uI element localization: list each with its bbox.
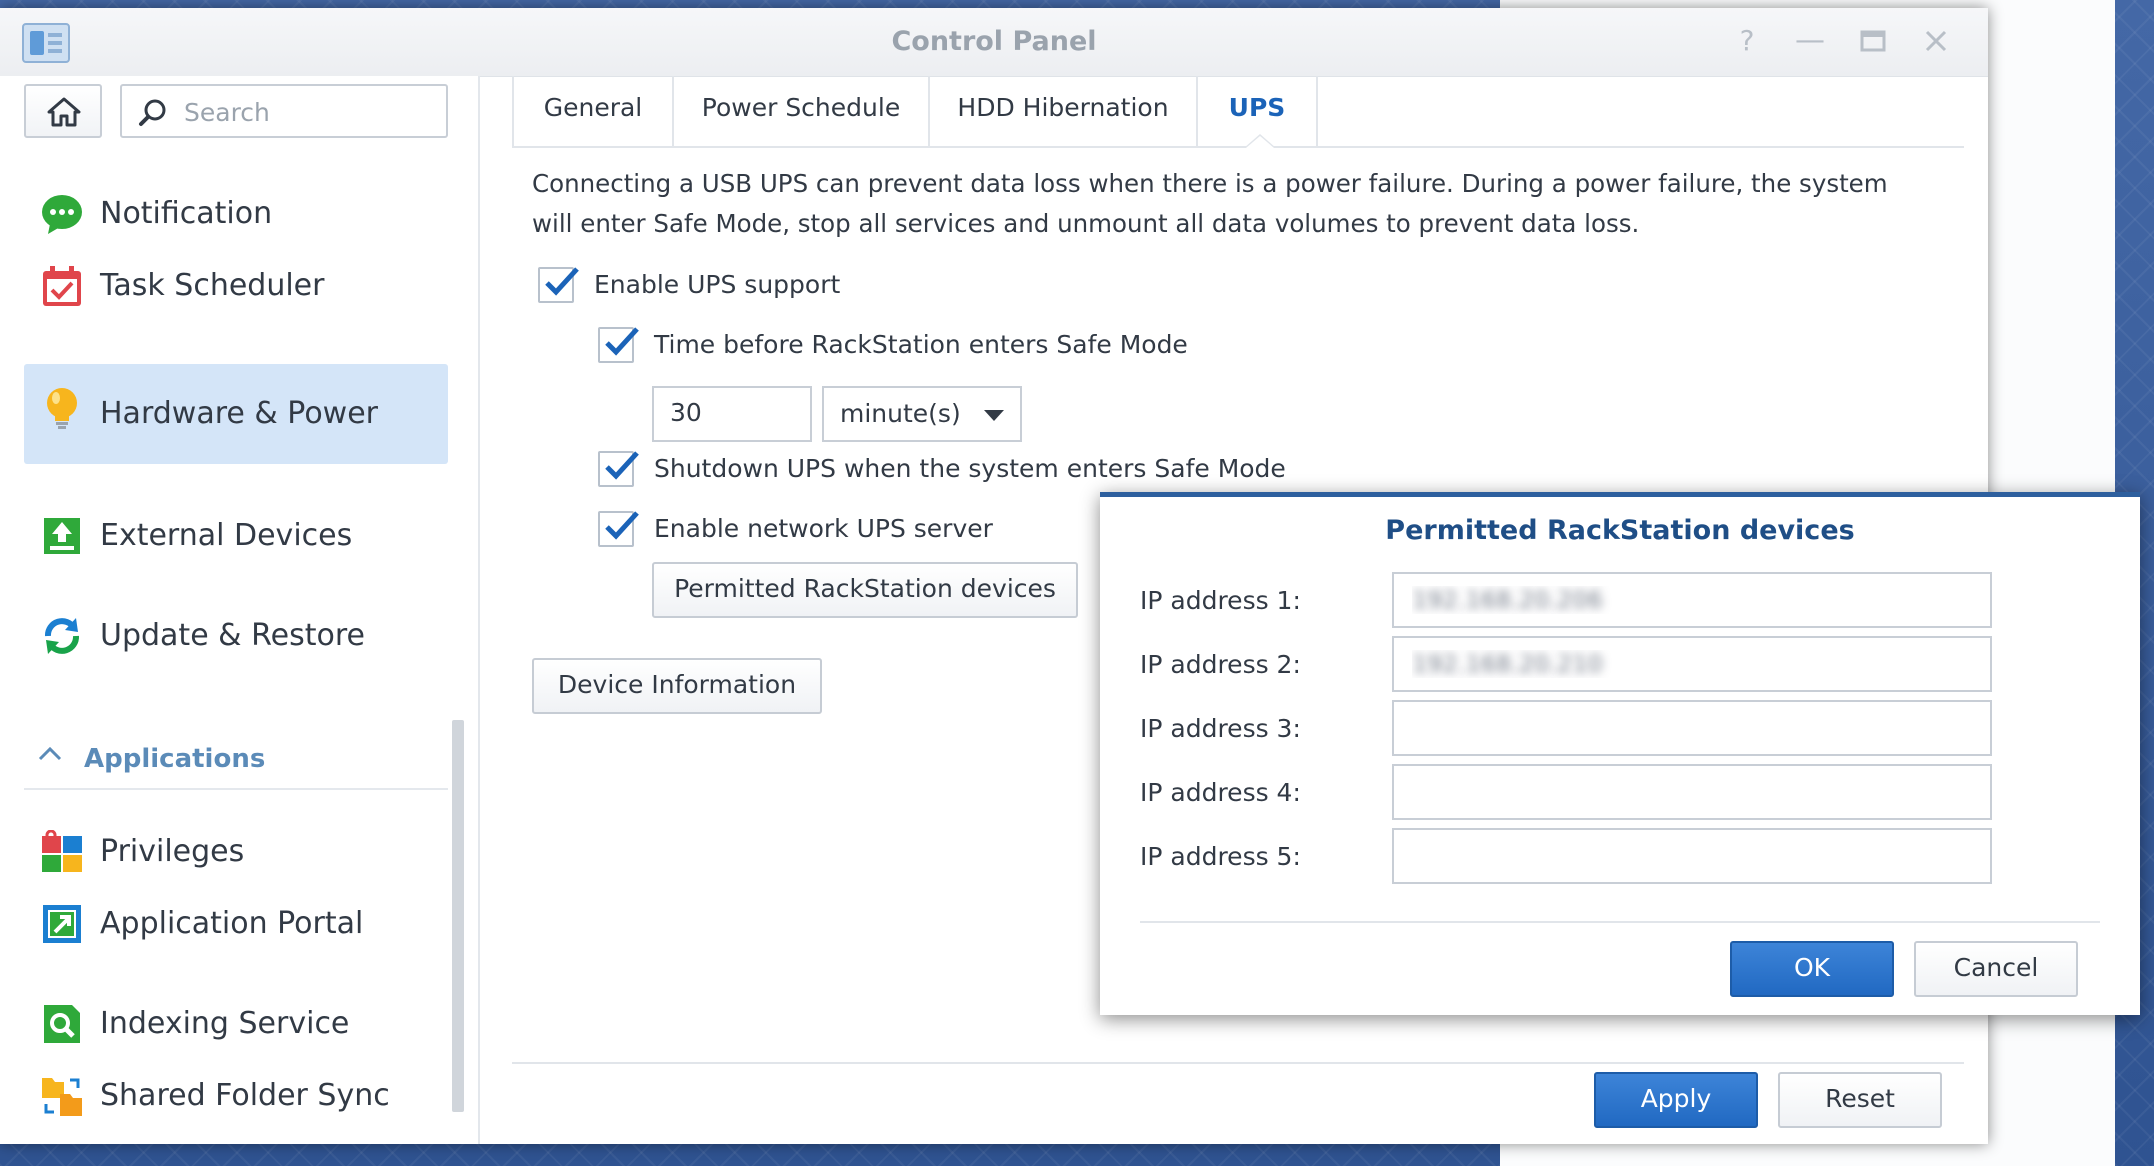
- cancel-button[interactable]: Cancel: [1914, 941, 2078, 997]
- safe-mode-time-input[interactable]: 30: [652, 386, 812, 442]
- search-box[interactable]: [120, 84, 448, 138]
- dropdown-arrow-icon: [984, 410, 1004, 421]
- indexing-service-icon: [44, 1005, 80, 1043]
- home-icon: [47, 97, 81, 127]
- tab-bar: General Power Schedule HDD Hibernation U…: [512, 76, 1964, 148]
- sidebar-item-label: Application Portal: [100, 906, 364, 941]
- checkmark-icon: [605, 511, 639, 540]
- ip-address-label: IP address 3:: [1140, 714, 1301, 743]
- tab-label: HDD Hibernation: [957, 93, 1169, 122]
- shutdown-ups-label: Shutdown UPS when the system enters Safe…: [654, 454, 1286, 483]
- sidebar-item-label: Task Scheduler: [100, 268, 325, 303]
- network-ups-server-checkbox[interactable]: [598, 511, 639, 547]
- ip-address-row: IP address 4:: [1140, 764, 2020, 820]
- ok-button[interactable]: OK: [1730, 941, 1894, 997]
- time-before-label: Time before RackStation enters Safe Mode: [654, 330, 1188, 359]
- device-information-button[interactable]: Device Information: [532, 658, 822, 714]
- task-scheduler-icon: [43, 266, 81, 306]
- ip-address-row: IP address 2:: [1140, 636, 2020, 692]
- checkmark-icon: [605, 451, 639, 480]
- shutdown-ups-checkbox[interactable]: [598, 451, 639, 487]
- minimize-icon[interactable]: —: [1793, 24, 1827, 58]
- sidebar-item-label: Privileges: [100, 834, 245, 869]
- tab-power-schedule[interactable]: Power Schedule: [674, 76, 930, 146]
- permitted-devices-dialog: Permitted RackStation devices IP address…: [1100, 492, 2140, 1015]
- tab-label: UPS: [1228, 93, 1286, 122]
- sidebar-item-hardware-power[interactable]: Hardware & Power: [24, 364, 448, 464]
- sidebar-item-external-devices[interactable]: External Devices: [24, 488, 448, 586]
- ip-address-5-input[interactable]: [1392, 828, 1992, 884]
- sidebar-item-label: Indexing Service: [100, 1006, 350, 1041]
- tab-label: General: [543, 93, 643, 122]
- enable-ups-checkbox[interactable]: [538, 267, 579, 303]
- chevron-up-icon: [38, 742, 62, 767]
- permitted-devices-button[interactable]: Permitted RackStation devices: [652, 562, 1078, 618]
- tab-hdd-hibernation[interactable]: HDD Hibernation: [930, 76, 1198, 146]
- ip-address-label: IP address 2:: [1140, 650, 1301, 679]
- title-bar[interactable]: Control Panel ? —: [0, 8, 1988, 77]
- window-title: Control Panel: [891, 26, 1097, 57]
- sidebar-item-update-restore[interactable]: Update & Restore: [24, 588, 448, 686]
- privileges-icon: [42, 830, 82, 872]
- time-unit-value: minute(s): [840, 399, 961, 428]
- sidebar-item-label: Notification: [100, 196, 273, 231]
- lightbulb-icon: [47, 388, 77, 429]
- notification-icon: [42, 195, 82, 234]
- ip-address-1-input[interactable]: [1392, 572, 1992, 628]
- sidebar-item-label: Shared Folder Sync: [100, 1078, 390, 1113]
- ip-address-row: IP address 3:: [1140, 700, 2020, 756]
- ip-address-3-input[interactable]: [1392, 700, 1992, 756]
- ip-address-label: IP address 4:: [1140, 778, 1301, 807]
- checkmark-icon: [545, 267, 579, 296]
- apply-button[interactable]: Apply: [1594, 1072, 1758, 1128]
- update-restore-icon: [45, 618, 79, 654]
- footer-divider: [512, 1062, 1964, 1064]
- enable-ups-label: Enable UPS support: [594, 270, 841, 299]
- ip-address-row: IP address 1:: [1140, 572, 2020, 628]
- sidebar-item-label: External Devices: [100, 518, 353, 553]
- ip-address-label: IP address 1:: [1140, 586, 1301, 615]
- maximize-icon[interactable]: [1856, 24, 1890, 58]
- close-icon[interactable]: [1919, 24, 1953, 58]
- sidebar: Notification Task Scheduler Hardware & P…: [0, 76, 480, 1144]
- ip-address-2-input[interactable]: [1392, 636, 1992, 692]
- time-before-checkbox[interactable]: [598, 327, 639, 363]
- dialog-title: Permitted RackStation devices: [1385, 515, 1855, 546]
- network-ups-server-label: Enable network UPS server: [654, 514, 993, 543]
- ip-address-4-input[interactable]: [1392, 764, 1992, 820]
- sidebar-item-task-scheduler[interactable]: Task Scheduler: [24, 238, 448, 336]
- dialog-divider: [1140, 921, 2100, 923]
- help-icon[interactable]: ?: [1730, 24, 1764, 58]
- ip-address-row: IP address 5:: [1140, 828, 2020, 884]
- ups-description: Connecting a USB UPS can prevent data lo…: [532, 169, 1888, 238]
- home-button[interactable]: [24, 84, 102, 138]
- reset-button[interactable]: Reset: [1778, 1072, 1942, 1128]
- shared-folder-sync-icon: [42, 1078, 82, 1116]
- applications-section-header[interactable]: Applications: [24, 732, 448, 790]
- tab-label: Power Schedule: [701, 93, 901, 122]
- sidebar-item-application-portal[interactable]: Application Portal: [24, 876, 448, 974]
- sidebar-scrollbar[interactable]: [452, 720, 464, 1112]
- sidebar-item-shared-folder-sync[interactable]: Shared Folder Sync: [24, 1048, 448, 1146]
- ip-address-label: IP address 5:: [1140, 842, 1301, 871]
- active-tab-indicator-fill: [1246, 136, 1274, 148]
- search-icon: [139, 99, 166, 126]
- time-unit-select[interactable]: minute(s): [822, 386, 1022, 442]
- sidebar-item-label: Update & Restore: [100, 618, 365, 653]
- search-input[interactable]: [182, 94, 436, 130]
- checkmark-icon: [605, 327, 639, 356]
- tab-general[interactable]: General: [512, 76, 674, 146]
- external-devices-icon: [44, 518, 80, 554]
- section-label: Applications: [84, 744, 266, 774]
- application-portal-icon: [43, 905, 81, 943]
- sidebar-item-label: Hardware & Power: [100, 396, 379, 431]
